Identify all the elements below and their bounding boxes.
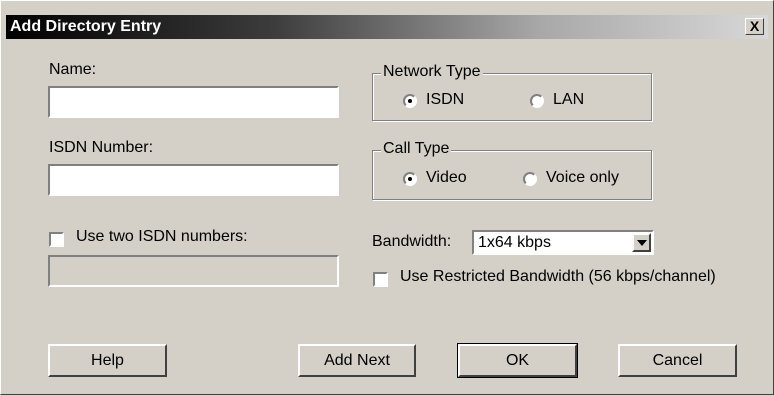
ok-button[interactable]: OK [457, 343, 578, 378]
isdn-number-label: ISDN Number: [49, 139, 154, 156]
call-type-title: Call Type [381, 140, 452, 158]
radio-selected-dot [408, 99, 412, 103]
network-isdn-radio[interactable] [403, 94, 417, 108]
use-two-isdn-label: Use two ISDN numbers: [76, 228, 248, 245]
call-video-radio[interactable] [403, 172, 417, 186]
radio-selected-dot [408, 177, 412, 181]
isdn-number-field[interactable] [50, 166, 337, 194]
network-type-title: Network Type [381, 63, 483, 81]
second-isdn-field [50, 257, 337, 285]
name-field[interactable] [50, 88, 337, 116]
network-type-group: Network Type ISDN LAN [372, 63, 652, 121]
network-isdn-label: ISDN [426, 91, 465, 108]
use-two-isdn-checkbox[interactable] [49, 232, 64, 247]
chevron-down-icon[interactable] [632, 233, 651, 252]
add-directory-entry-dialog: Add Directory Entry X Name: ISDN Number:… [0, 0, 774, 395]
isdn-number-field-box [48, 164, 339, 196]
cancel-button[interactable]: Cancel [618, 344, 737, 377]
call-voice-only-label: Voice only [546, 169, 619, 186]
restricted-bandwidth-label: Use Restricted Bandwidth (56 kbps/channe… [400, 268, 716, 285]
bandwidth-label: Bandwidth: [372, 233, 452, 250]
network-lan-radio[interactable] [530, 94, 544, 108]
second-isdn-field-box [48, 255, 339, 287]
call-voice-only-radio[interactable] [523, 172, 537, 186]
network-lan-label: LAN [553, 91, 585, 108]
close-icon[interactable]: X [745, 18, 764, 35]
call-type-group: Call Type Video Voice only [372, 140, 652, 200]
name-field-box [48, 86, 339, 118]
name-label: Name: [49, 61, 97, 78]
help-button[interactable]: Help [48, 344, 167, 377]
restricted-bandwidth-checkbox[interactable] [373, 272, 388, 287]
bandwidth-value: 1x64 kbps [478, 234, 551, 251]
call-video-label: Video [426, 169, 467, 186]
title-bar[interactable]: Add Directory Entry X [6, 15, 768, 39]
dialog-title: Add Directory Entry [10, 18, 162, 35]
bandwidth-select[interactable]: 1x64 kbps [472, 230, 654, 255]
add-next-button[interactable]: Add Next [298, 344, 416, 377]
